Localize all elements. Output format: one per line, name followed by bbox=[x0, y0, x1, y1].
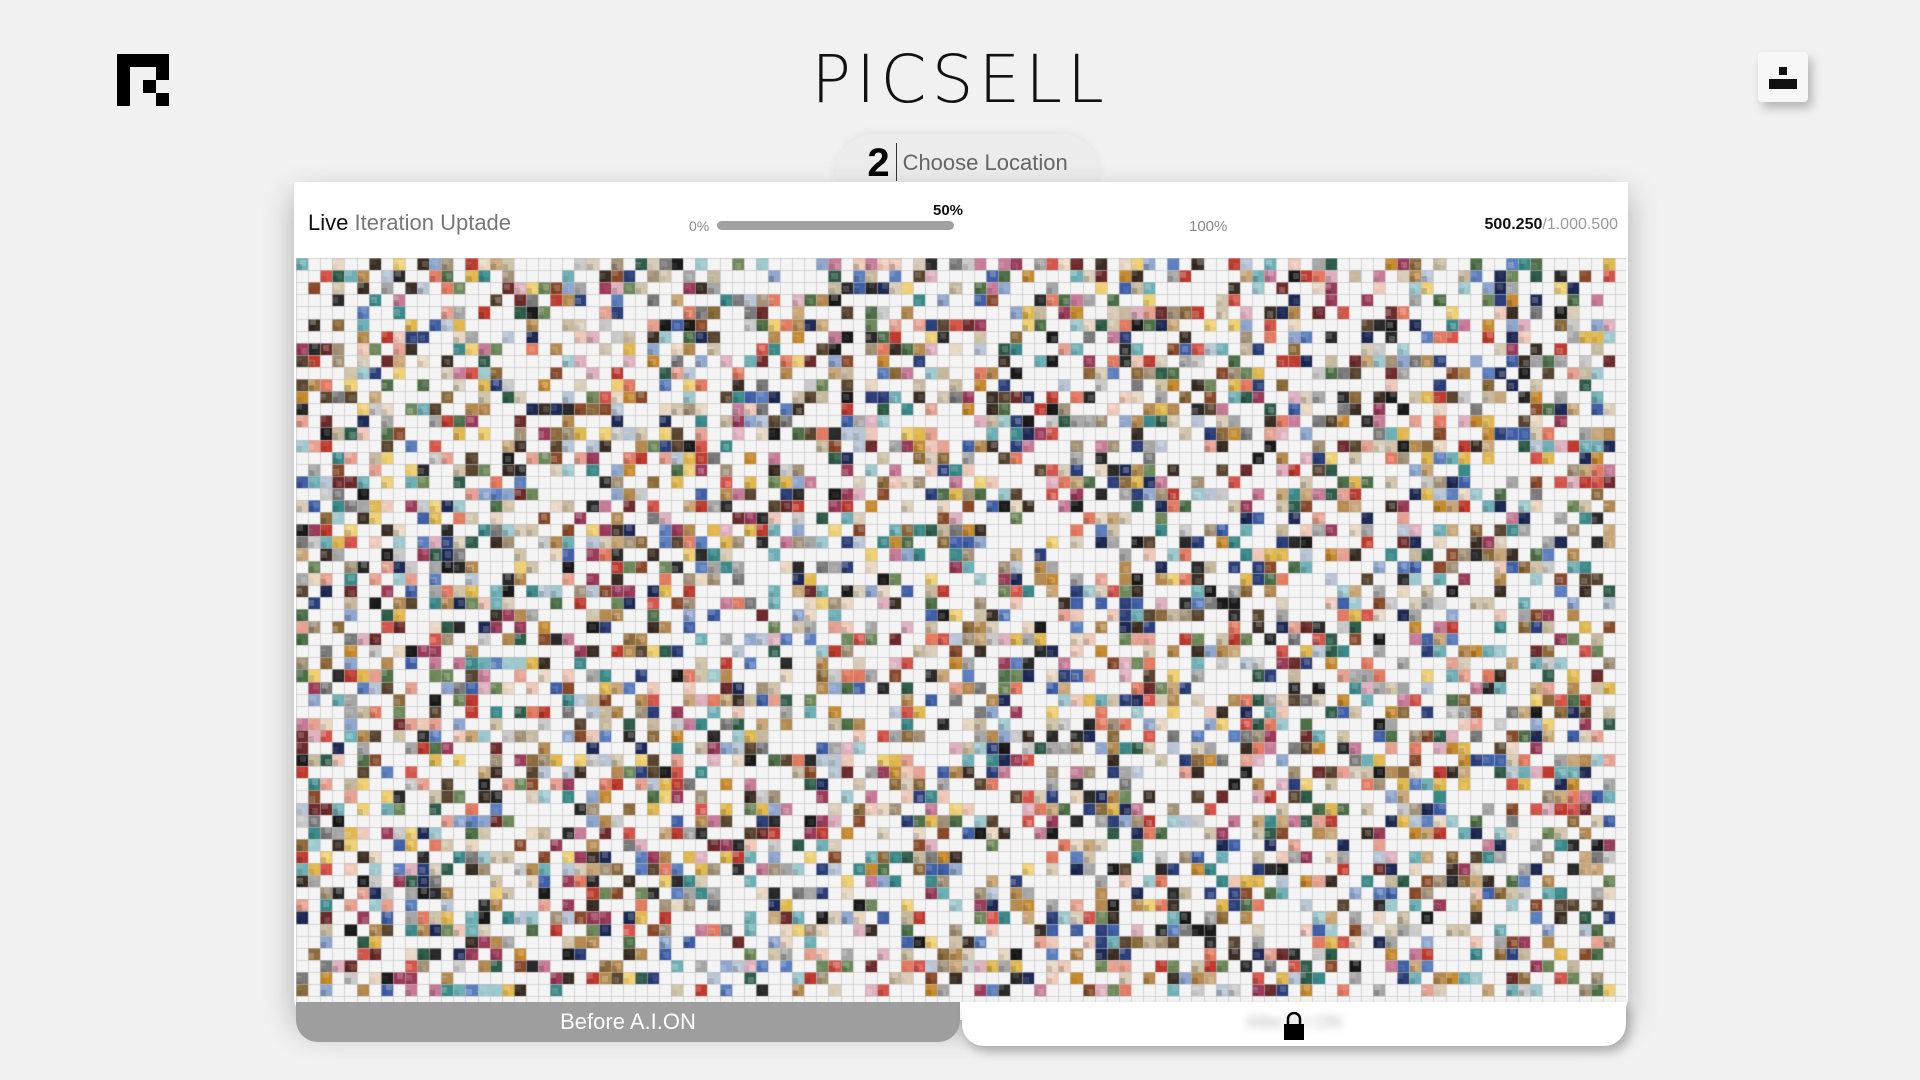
step-label: Choose Location bbox=[902, 150, 1068, 175]
user-button[interactable] bbox=[1758, 52, 1808, 102]
progress-fill bbox=[717, 221, 954, 230]
progress-start-label: 0% bbox=[689, 218, 710, 234]
mosaic-canvas[interactable] bbox=[296, 258, 1626, 1002]
before-aion-button[interactable]: Before A.I.ON bbox=[296, 1002, 960, 1042]
step-divider bbox=[895, 143, 897, 181]
user-icon bbox=[1769, 67, 1797, 89]
counter-current: 500.250 bbox=[1484, 216, 1543, 233]
after-aion-button[interactable]: After A.I.ON bbox=[962, 1002, 1626, 1046]
live-title-light: Iteration Uptade bbox=[354, 210, 512, 235]
lock-icon bbox=[1284, 1012, 1304, 1040]
step-tab: 2 Choose Location bbox=[835, 134, 1100, 185]
progress-end-label: 100% bbox=[1189, 218, 1228, 235]
live-title: Live Iteration Uptade bbox=[308, 210, 511, 236]
panel-topbar: Live Iteration Uptade 0% 50% 100% 500.25… bbox=[294, 182, 1628, 256]
mosaic-grid[interactable] bbox=[296, 258, 1626, 1002]
counter-total: /1.000.500 bbox=[1542, 216, 1618, 233]
mosaic-panel: Live Iteration Uptade 0% 50% 100% 500.25… bbox=[294, 182, 1628, 1046]
live-title-strong: Live bbox=[308, 210, 349, 235]
iteration-counter: 500.250/1.000.500 bbox=[1485, 216, 1618, 234]
progress-bar bbox=[717, 221, 1191, 230]
brand-title: PICSELL bbox=[811, 41, 1109, 118]
progress-mid-label: 50% bbox=[933, 202, 964, 219]
step-number: 2 bbox=[867, 141, 890, 185]
